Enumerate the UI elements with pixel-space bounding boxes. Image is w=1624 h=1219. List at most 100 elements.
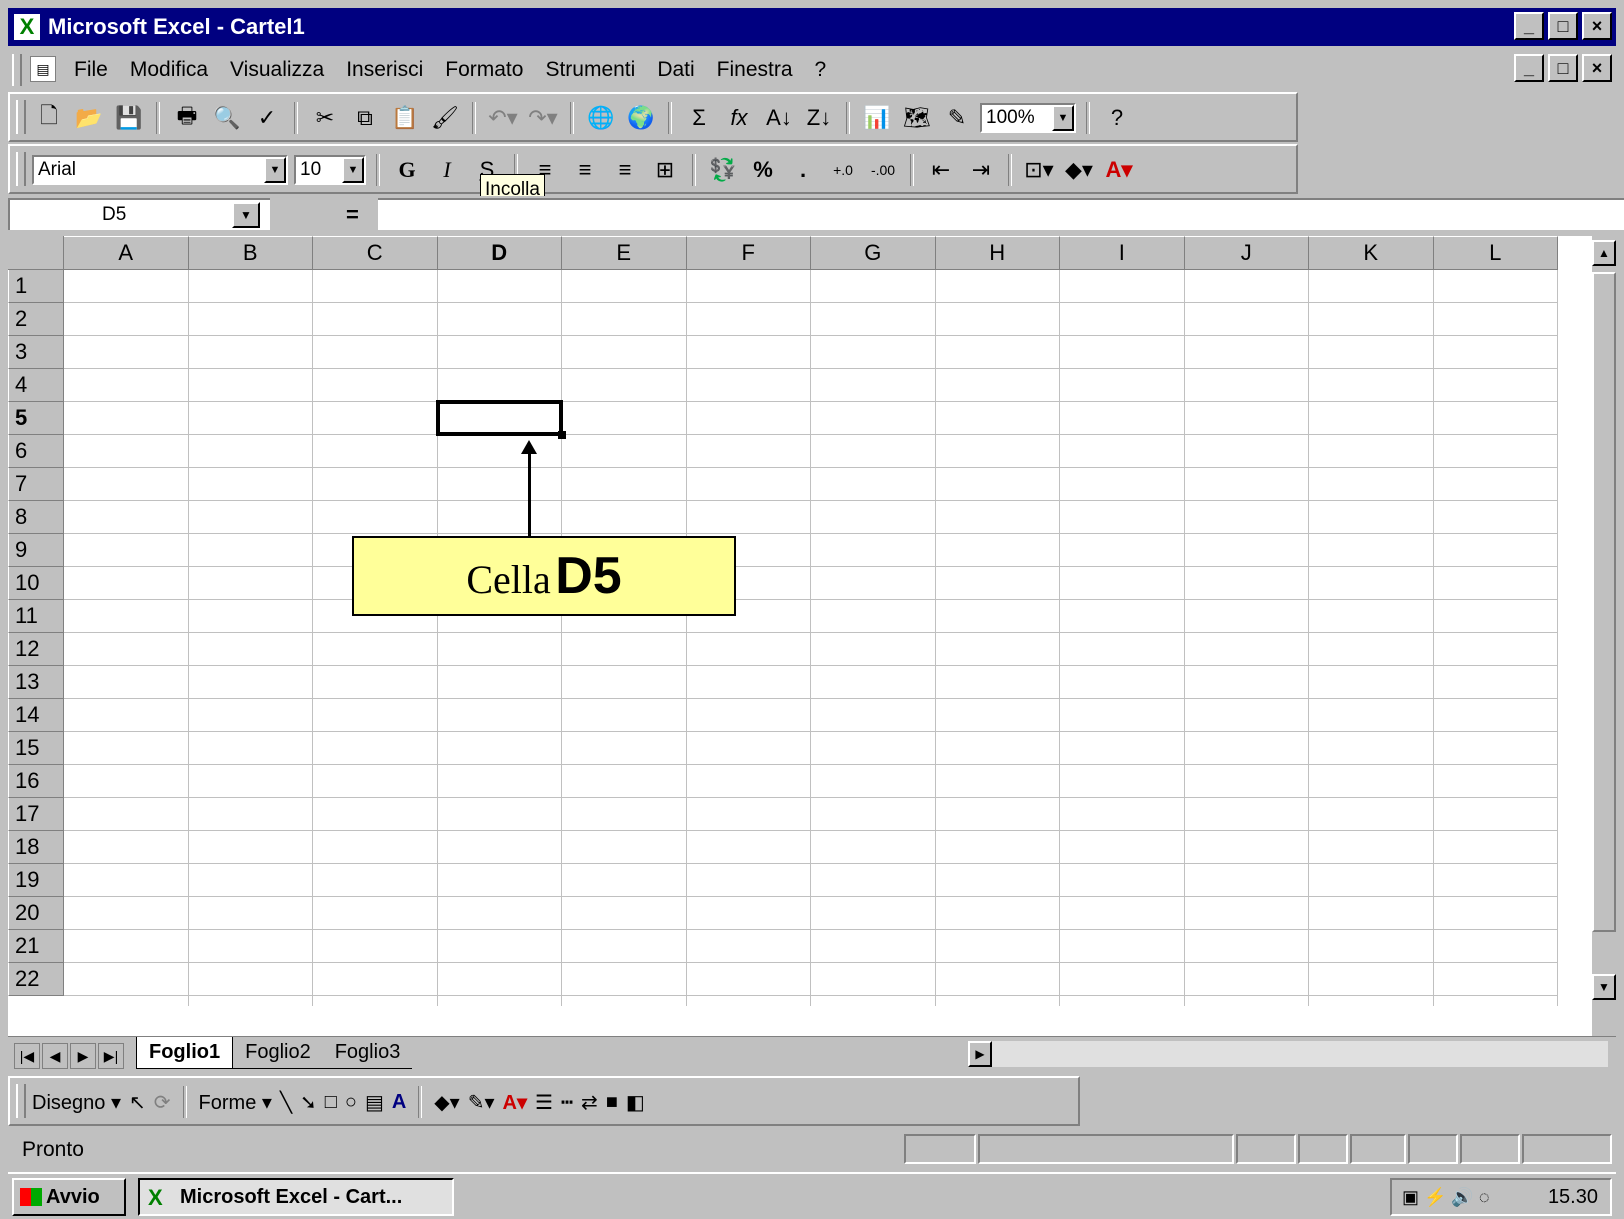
autosum-icon[interactable]: Σ xyxy=(682,101,716,135)
row-header-11[interactable]: 11 xyxy=(8,600,64,633)
cut-icon[interactable]: ✂ xyxy=(308,101,342,135)
row-header-10[interactable]: 10 xyxy=(8,567,64,600)
increase-indent-icon[interactable]: ⇥ xyxy=(964,153,998,187)
decrease-indent-icon[interactable]: ⇤ xyxy=(924,153,958,187)
column-header-i[interactable]: I xyxy=(1060,236,1185,270)
zoom-select[interactable]: 100% ▼ xyxy=(980,103,1076,133)
3d-icon[interactable]: ◧ xyxy=(626,1090,645,1115)
doc-close-button[interactable]: × xyxy=(1582,54,1612,82)
toolbar-grip[interactable] xyxy=(16,152,26,186)
worksheet-grid[interactable]: A B C D E F G H I J K L 1 2 3 4 5 6 7 8 9 10 11 12 13 14 15 16 17 18 1… xyxy=(8,236,1592,1036)
fill-color-icon[interactable]: ◆▾ xyxy=(434,1090,459,1115)
chevron-down-icon[interactable]: ▼ xyxy=(342,157,364,183)
column-header-e[interactable]: E xyxy=(562,236,687,270)
menu-formato[interactable]: Formato xyxy=(443,58,525,82)
row-header-17[interactable]: 17 xyxy=(8,798,64,831)
row-header-12[interactable]: 12 xyxy=(8,633,64,666)
borders-icon[interactable]: ⊡▾ xyxy=(1022,153,1056,187)
tab-foglio3[interactable]: Foglio3 xyxy=(322,1037,413,1069)
rectangle-icon[interactable]: □ xyxy=(325,1091,337,1114)
print-preview-icon[interactable]: 🔍 xyxy=(210,101,244,135)
sort-ascending-icon[interactable]: A↓ xyxy=(762,101,796,135)
menu-strumenti[interactable]: Strumenti xyxy=(543,58,637,82)
open-icon[interactable]: 📂 xyxy=(72,101,106,135)
column-header-f[interactable]: F xyxy=(686,236,811,270)
vertical-scrollbar[interactable]: ▲ ▼ xyxy=(1592,236,1616,1036)
chevron-down-icon[interactable]: ▼ xyxy=(264,157,286,183)
new-icon[interactable]: 🗋 xyxy=(32,101,66,135)
font-size-select[interactable]: 10 ▼ xyxy=(294,155,366,185)
row-header-3[interactable]: 3 xyxy=(8,336,64,369)
scroll-right-icon[interactable]: ▶ xyxy=(968,1041,992,1067)
tab-foglio1[interactable]: Foglio1 xyxy=(136,1037,234,1069)
menu-help[interactable]: ? xyxy=(813,58,829,82)
merge-center-icon[interactable]: ⊞ xyxy=(648,153,682,187)
row-header-18[interactable]: 18 xyxy=(8,831,64,864)
save-icon[interactable]: 💾 xyxy=(112,101,146,135)
row-header-6[interactable]: 6 xyxy=(8,435,64,468)
print-icon[interactable]: 🖶 xyxy=(170,101,204,135)
row-header-20[interactable]: 20 xyxy=(8,897,64,930)
doc-restore-button[interactable]: □ xyxy=(1548,54,1578,82)
copy-icon[interactable]: ⧉ xyxy=(348,101,382,135)
function-icon[interactable]: fx xyxy=(722,101,756,135)
dash-style-icon[interactable]: ┅ xyxy=(561,1090,573,1115)
wordart-icon[interactable]: A xyxy=(392,1091,406,1114)
percent-button[interactable]: % xyxy=(746,153,780,187)
currency-icon[interactable]: 💱 xyxy=(706,153,740,187)
column-header-k[interactable]: K xyxy=(1309,236,1434,270)
italic-button[interactable]: I xyxy=(430,153,464,187)
first-sheet-icon[interactable]: |◀ xyxy=(14,1043,40,1069)
chart-wizard-icon[interactable]: 📊 xyxy=(860,101,894,135)
chevron-down-icon[interactable]: ▼ xyxy=(1052,105,1074,131)
arrow-style-icon[interactable]: ⇄ xyxy=(581,1090,598,1115)
minimize-button[interactable]: _ xyxy=(1514,12,1544,40)
row-header-5[interactable]: 5 xyxy=(8,402,64,435)
line-style-icon[interactable]: ☰ xyxy=(535,1090,553,1115)
active-cell-d5[interactable] xyxy=(435,400,563,436)
arrow-icon[interactable]: ➘ xyxy=(300,1090,317,1115)
excel-app-icon[interactable]: X xyxy=(14,14,40,40)
font-color-icon[interactable]: A▾ xyxy=(1102,153,1136,187)
sort-descending-icon[interactable]: Z↓ xyxy=(802,101,836,135)
column-header-a[interactable]: A xyxy=(64,236,189,270)
toolbar-grip[interactable] xyxy=(16,100,26,134)
paste-icon[interactable]: 📋 xyxy=(388,101,422,135)
line-color-icon[interactable]: ✎▾ xyxy=(468,1090,495,1115)
menu-file[interactable]: File xyxy=(72,58,110,82)
menu-modifica[interactable]: Modifica xyxy=(128,58,210,82)
document-icon[interactable]: ▤ xyxy=(30,56,56,82)
tray-icons[interactable]: ▣ ⚡ 🔊 ◌ xyxy=(1402,1180,1490,1214)
row-header-15[interactable]: 15 xyxy=(8,732,64,765)
font-select[interactable]: Arial ▼ xyxy=(32,155,288,185)
row-header-9[interactable]: 9 xyxy=(8,534,64,567)
row-header-21[interactable]: 21 xyxy=(8,930,64,963)
select-all-corner[interactable] xyxy=(8,236,64,270)
format-painter-icon[interactable]: 🖌 xyxy=(428,101,462,135)
redo-icon[interactable]: ↷▾ xyxy=(526,101,560,135)
bold-button[interactable]: G xyxy=(390,153,424,187)
last-sheet-icon[interactable]: ▶| xyxy=(98,1043,124,1069)
row-header-7[interactable]: 7 xyxy=(8,468,64,501)
menu-grip[interactable] xyxy=(12,54,22,86)
select-objects-icon[interactable]: ↖ xyxy=(129,1090,146,1115)
menu-finestra[interactable]: Finestra xyxy=(715,58,795,82)
vertical-scroll-thumb[interactable] xyxy=(1592,272,1616,932)
align-right-icon[interactable]: ≡ xyxy=(608,153,642,187)
oval-icon[interactable]: ○ xyxy=(345,1091,357,1114)
row-header-16[interactable]: 16 xyxy=(8,765,64,798)
next-sheet-icon[interactable]: ▶ xyxy=(70,1043,96,1069)
formula-input[interactable] xyxy=(378,198,1624,230)
menu-dati[interactable]: Dati xyxy=(655,58,696,82)
column-header-b[interactable]: B xyxy=(188,236,313,270)
comma-button[interactable]: . xyxy=(786,153,820,187)
row-header-4[interactable]: 4 xyxy=(8,369,64,402)
column-header-g[interactable]: G xyxy=(811,236,936,270)
drawing-icon[interactable]: ✎ xyxy=(940,101,974,135)
menu-inserisci[interactable]: Inserisci xyxy=(344,58,425,82)
fill-handle[interactable] xyxy=(558,431,566,439)
fill-color-icon[interactable]: ◆▾ xyxy=(1062,153,1096,187)
spelling-icon[interactable]: ✓ xyxy=(250,101,284,135)
horizontal-scrollbar[interactable]: ◀ ▶ xyxy=(968,1041,1608,1067)
disegno-menu[interactable]: Disegno ▾ xyxy=(32,1090,121,1115)
